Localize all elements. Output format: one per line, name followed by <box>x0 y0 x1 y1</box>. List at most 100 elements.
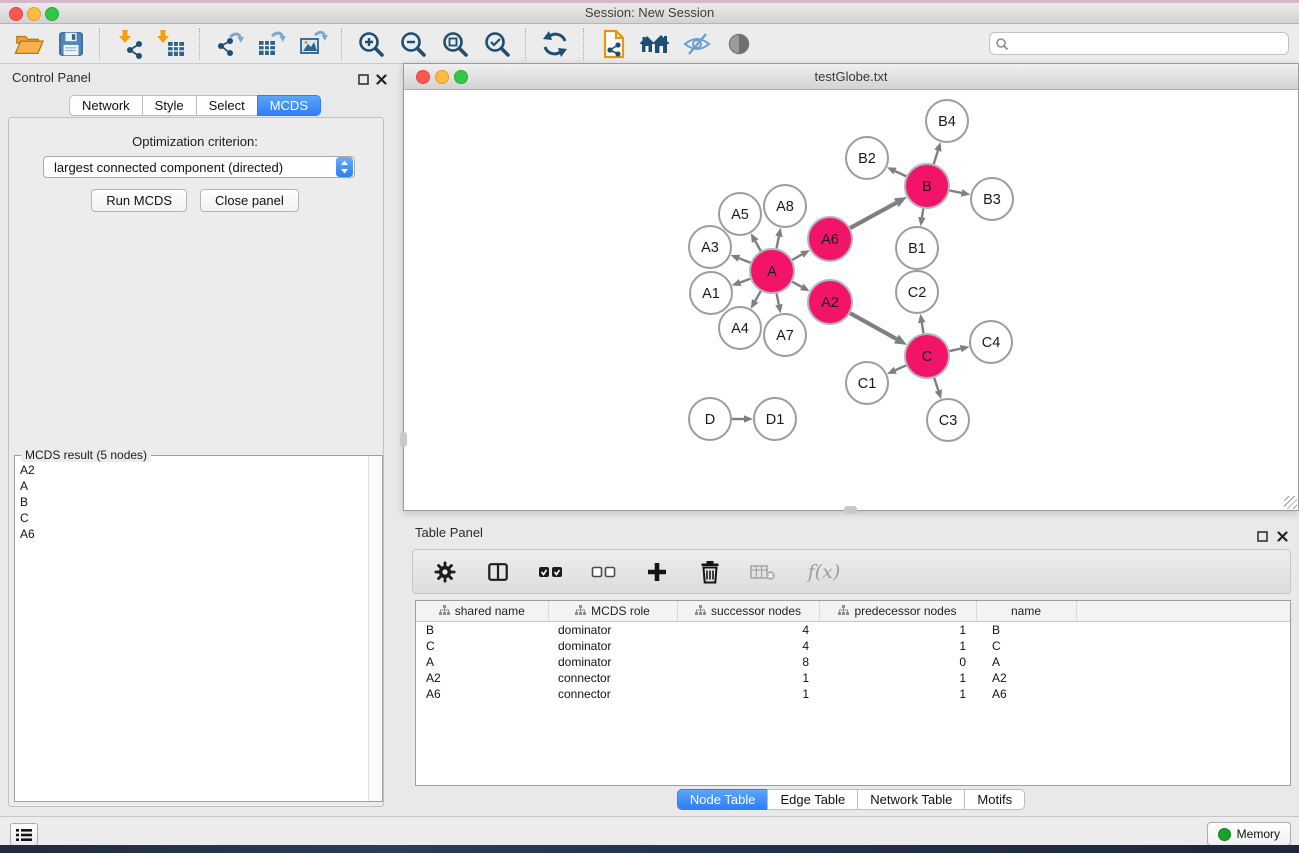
table-cell[interactable]: C <box>976 638 1076 654</box>
import-table-button[interactable] <box>150 25 192 63</box>
table-cell[interactable]: 1 <box>677 686 819 702</box>
tab-mcds[interactable]: MCDS <box>257 95 321 116</box>
network-window-titlebar[interactable]: testGlobe.txt <box>404 64 1298 90</box>
mcds-result-list[interactable]: A2ABCA6 <box>15 456 369 801</box>
select-all-button[interactable] <box>537 558 565 586</box>
column-header-MCDS-role[interactable]: MCDS role <box>548 601 677 622</box>
table-row[interactable]: A2connector11A2 <box>416 670 1290 686</box>
edge-A-A7[interactable] <box>777 294 779 305</box>
edge-C-C4[interactable] <box>949 349 960 351</box>
table-cell[interactable]: dominator <box>548 654 677 670</box>
float-panel-icon[interactable] <box>358 72 369 90</box>
edge-A-A1[interactable] <box>740 279 750 283</box>
edge-A-A8[interactable] <box>777 236 779 248</box>
table-cell[interactable]: 1 <box>819 670 976 686</box>
table-cell[interactable]: A <box>976 654 1076 670</box>
zoom-fit-button[interactable] <box>434 25 476 63</box>
hide-selected-button[interactable] <box>676 25 718 63</box>
table-cell[interactable]: B <box>416 622 548 639</box>
list-item[interactable]: B <box>20 494 369 510</box>
table-cell[interactable]: A <box>416 654 548 670</box>
delete-row-button[interactable] <box>696 558 724 586</box>
table-cell[interactable]: connector <box>548 670 677 686</box>
list-item[interactable]: A2 <box>20 462 369 478</box>
result-list-scrollbar[interactable] <box>368 456 382 801</box>
table-cell[interactable]: 1 <box>819 638 976 654</box>
edge-B-B2[interactable] <box>895 171 906 176</box>
edge-A-A4[interactable] <box>755 291 761 301</box>
table-cell[interactable]: A2 <box>976 670 1076 686</box>
import-network-from-db-button[interactable] <box>592 25 634 63</box>
table-cell[interactable]: 4 <box>677 622 819 639</box>
zoom-selected-button[interactable] <box>476 25 518 63</box>
search-field[interactable] <box>989 32 1289 55</box>
list-item[interactable]: C <box>20 510 369 526</box>
edge-C-C3[interactable] <box>934 378 938 391</box>
edge-A-A5[interactable] <box>755 241 761 251</box>
delete-table-button[interactable] <box>749 558 777 586</box>
table-row[interactable]: Adominator80A <box>416 654 1290 670</box>
table-cell[interactable]: 4 <box>677 638 819 654</box>
tab-select[interactable]: Select <box>196 95 258 116</box>
column-header-shared-name[interactable]: shared name <box>416 601 548 622</box>
zoom-out-button[interactable] <box>392 25 434 63</box>
close-panel-button[interactable]: Close panel <box>200 189 299 212</box>
refresh-view-button[interactable] <box>534 25 576 63</box>
open-session-button[interactable] <box>8 25 50 63</box>
run-mcds-button[interactable]: Run MCDS <box>91 189 187 212</box>
edge-B-B1[interactable] <box>922 209 923 218</box>
edge-A6-B[interactable] <box>850 203 896 228</box>
close-table-panel-icon[interactable] <box>1277 529 1288 547</box>
export-network-button[interactable] <box>208 25 250 63</box>
table-cell[interactable]: 1 <box>819 686 976 702</box>
list-item[interactable]: A <box>20 478 369 494</box>
tab-node-table[interactable]: Node Table <box>677 789 769 810</box>
node-table-container[interactable]: shared nameMCDS rolesuccessor nodesprede… <box>415 600 1291 786</box>
tab-edge-table[interactable]: Edge Table <box>767 789 858 810</box>
table-cell[interactable]: 8 <box>677 654 819 670</box>
add-row-button[interactable] <box>643 558 671 586</box>
deselect-all-button[interactable] <box>590 558 618 586</box>
edge-A2-C[interactable] <box>850 313 896 339</box>
show-graphics-details-button[interactable] <box>718 25 760 63</box>
session-titlebar[interactable]: Session: New Session <box>0 3 1299 24</box>
table-cell[interactable]: dominator <box>548 638 677 654</box>
search-input[interactable] <box>1009 34 1288 53</box>
tab-network[interactable]: Network <box>69 95 143 116</box>
table-cell[interactable]: connector <box>548 686 677 702</box>
table-cell[interactable]: C <box>416 638 548 654</box>
network-canvas[interactable]: B4B2BB3A8A5A6A3B1AC2A1A2A4A7C4CC1DD1C3 <box>404 90 1298 510</box>
edge-B-B4[interactable] <box>934 151 938 164</box>
function-builder-button[interactable]: f(x) <box>802 558 846 586</box>
edge-B-B3[interactable] <box>950 191 962 193</box>
column-header-successor-nodes[interactable]: successor nodes <box>677 601 819 622</box>
memory-button[interactable]: Memory <box>1207 822 1291 846</box>
network-vertical-scrollbar[interactable] <box>400 432 407 447</box>
export-image-button[interactable] <box>292 25 334 63</box>
table-cell[interactable]: 1 <box>819 622 976 639</box>
edge-A-A6[interactable] <box>792 254 802 259</box>
table-row[interactable]: A6connector11A6 <box>416 686 1290 702</box>
table-row[interactable]: Cdominator41C <box>416 638 1290 654</box>
float-table-panel-icon[interactable] <box>1257 529 1268 547</box>
edge-A-A2[interactable] <box>792 282 801 287</box>
column-header-name[interactable]: name <box>976 601 1076 622</box>
close-panel-icon[interactable] <box>376 72 387 90</box>
table-cell[interactable]: A6 <box>416 686 548 702</box>
table-cell[interactable]: 1 <box>677 670 819 686</box>
column-header-predecessor-nodes[interactable]: predecessor nodes <box>819 601 976 622</box>
home-button[interactable] <box>634 25 676 63</box>
show-columns-button[interactable] <box>484 558 512 586</box>
edge-A-A3[interactable] <box>739 258 751 263</box>
import-network-button[interactable] <box>108 25 150 63</box>
criterion-select[interactable]: largest connected component (directed) <box>43 156 355 178</box>
window-resize-grip[interactable] <box>1284 496 1297 509</box>
table-cell[interactable]: A2 <box>416 670 548 686</box>
show-panels-button[interactable] <box>10 823 38 846</box>
network-horizontal-scrollbar[interactable] <box>844 506 857 514</box>
table-cell[interactable]: B <box>976 622 1076 639</box>
tab-network-table[interactable]: Network Table <box>857 789 965 810</box>
table-cell[interactable]: dominator <box>548 622 677 639</box>
export-table-button[interactable] <box>250 25 292 63</box>
save-session-button[interactable] <box>50 25 92 63</box>
